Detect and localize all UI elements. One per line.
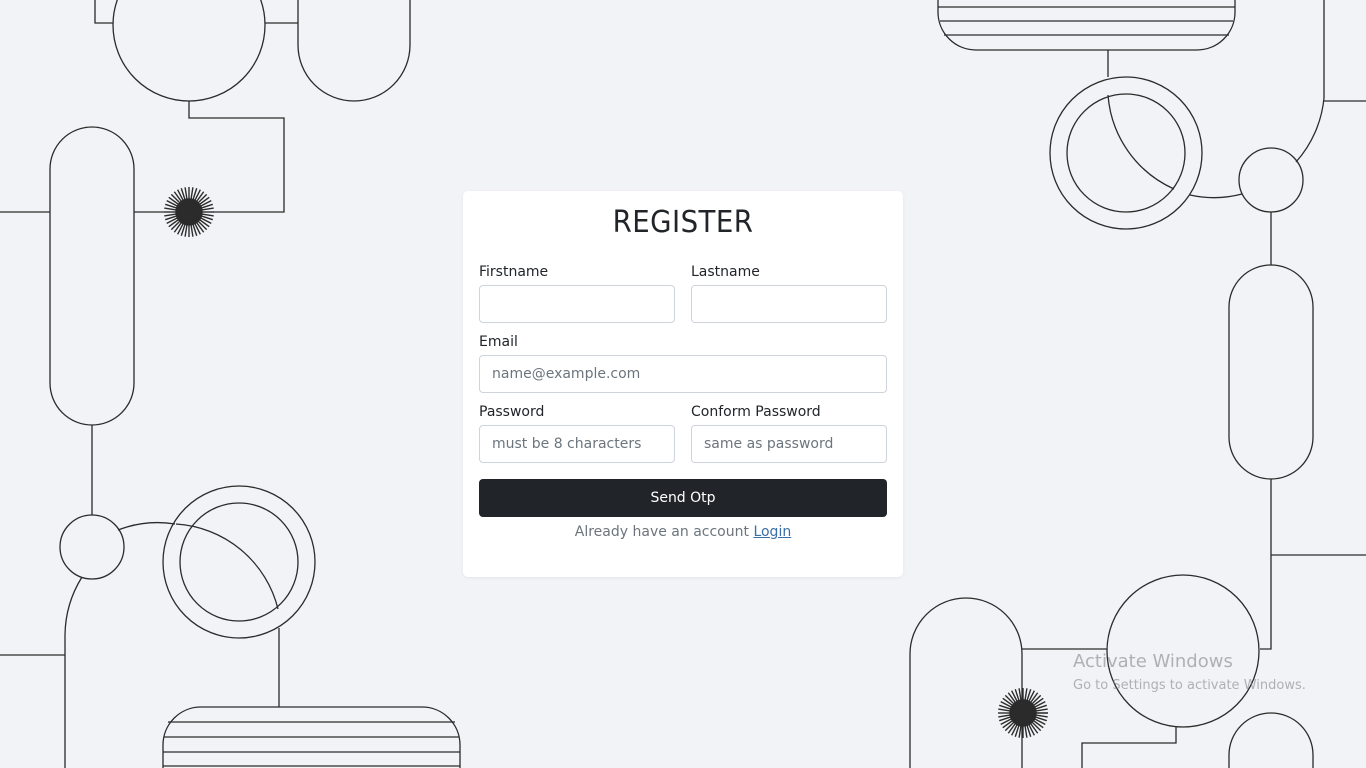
confirm-password-input[interactable]	[691, 425, 887, 463]
watermark-title: Activate Windows	[1073, 651, 1233, 672]
firstname-label: Firstname	[479, 264, 549, 280]
login-prompt: Already have an account Login	[463, 524, 903, 540]
lastname-input[interactable]	[691, 285, 887, 323]
password-label: Password	[479, 404, 545, 420]
deco-stripe	[163, 721, 460, 767]
deco-pill	[1228, 712, 1314, 768]
password-input[interactable]	[479, 425, 675, 463]
deco-ring-inner	[1066, 93, 1186, 213]
register-card: REGISTER Firstname Lastname Email Passwo…	[463, 191, 903, 577]
confirm-password-label: Conform Password	[691, 404, 821, 420]
sunburst-icon	[998, 688, 1048, 738]
deco-circle	[112, 0, 266, 102]
deco-line	[94, 0, 113, 24]
deco-arc	[1107, 94, 1175, 190]
lastname-label: Lastname	[691, 264, 760, 280]
deco-circle	[1238, 147, 1304, 213]
deco-ring-inner	[179, 502, 299, 622]
deco-arc	[1189, 193, 1243, 199]
login-prompt-text: Already have an account	[574, 524, 754, 540]
sunburst-icon	[164, 187, 214, 237]
deco-circle	[59, 514, 125, 580]
deco-line	[188, 101, 285, 213]
deco-arc	[117, 521, 176, 531]
email-label: Email	[479, 334, 518, 350]
deco-pill	[49, 126, 135, 426]
deco-pill	[297, 0, 411, 102]
deco-pill	[1228, 264, 1314, 480]
deco-pill	[909, 597, 1023, 768]
deco-ring-outer	[1049, 76, 1203, 230]
watermark-subtitle: Go to Settings to activate Windows.	[1073, 678, 1306, 693]
deco-line	[1081, 727, 1177, 768]
login-link[interactable]: Login	[753, 524, 791, 540]
deco-ring-outer	[162, 485, 316, 639]
activate-windows-watermark: Activate Windows Go to Settings to activ…	[1073, 651, 1306, 693]
deco-arc	[64, 576, 83, 768]
page-title: REGISTER	[612, 205, 754, 240]
send-otp-button[interactable]: Send Otp	[479, 479, 887, 517]
deco-stripe	[938, 6, 1235, 36]
deco-line	[1260, 479, 1272, 650]
email-input[interactable]	[479, 355, 887, 393]
deco-arc	[1295, 0, 1325, 163]
firstname-input[interactable]	[479, 285, 675, 323]
